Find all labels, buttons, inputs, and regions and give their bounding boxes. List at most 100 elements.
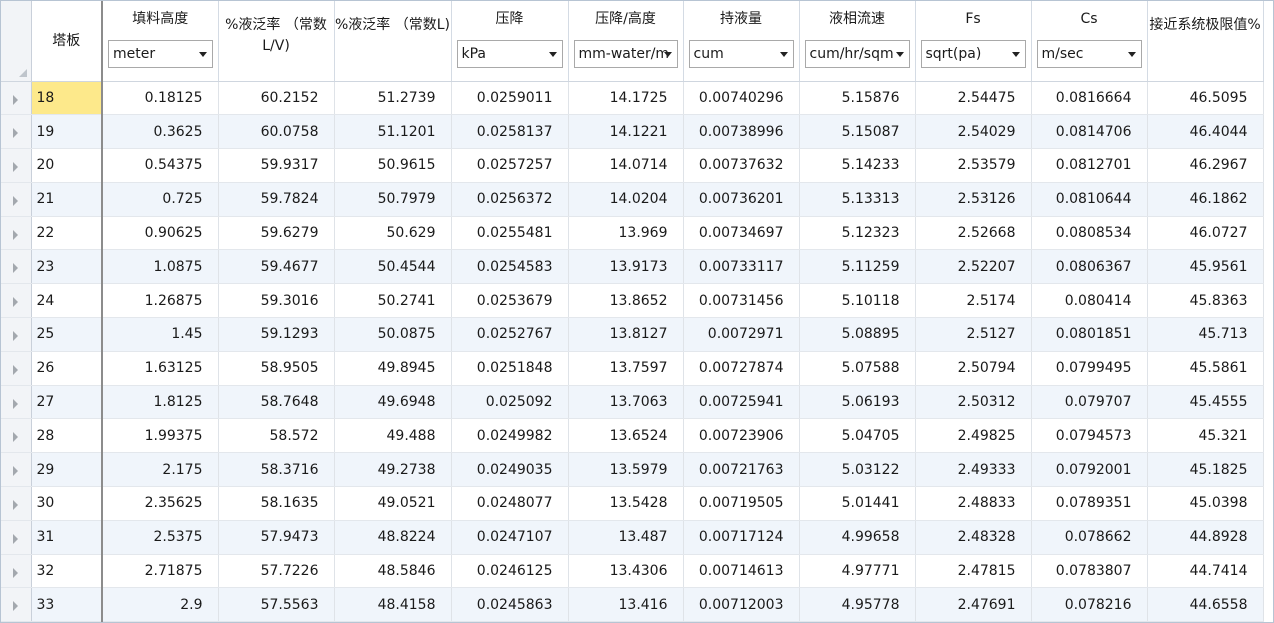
row-header[interactable] <box>1 81 32 116</box>
row-header[interactable] <box>1 452 32 488</box>
value-cell[interactable]: 13.416 <box>568 587 684 622</box>
value-cell[interactable]: 0.0814706 <box>1031 114 1148 150</box>
row-header[interactable] <box>1 182 32 217</box>
tray-cell[interactable]: 18 <box>31 81 103 116</box>
value-cell[interactable]: 0.00736201 <box>683 182 800 217</box>
value-cell[interactable]: 0.0794573 <box>1031 418 1148 454</box>
value-cell[interactable]: 0.00738996 <box>683 114 800 150</box>
value-cell[interactable]: 0.0789351 <box>1031 486 1148 521</box>
tray-cell[interactable]: 22 <box>31 216 103 251</box>
value-cell[interactable]: 49.6948 <box>334 385 452 420</box>
value-cell[interactable]: 2.54029 <box>915 114 1032 150</box>
value-cell[interactable]: 2.54475 <box>915 81 1032 116</box>
value-cell[interactable]: 46.4044 <box>1147 114 1264 150</box>
value-cell[interactable]: 2.52207 <box>915 249 1032 285</box>
tray-cell[interactable]: 30 <box>31 486 103 521</box>
value-cell[interactable]: 0.00714613 <box>683 554 800 589</box>
value-cell[interactable]: 58.1635 <box>218 486 335 521</box>
value-cell[interactable]: 5.14233 <box>799 148 916 183</box>
value-cell[interactable]: 0.0253679 <box>451 283 569 319</box>
value-cell[interactable]: 48.5846 <box>334 554 452 589</box>
value-cell[interactable]: 0.079707 <box>1031 385 1148 420</box>
value-cell[interactable]: 0.00719505 <box>683 486 800 521</box>
value-cell[interactable]: 0.00734697 <box>683 216 800 251</box>
value-cell[interactable]: 0.0792001 <box>1031 452 1148 488</box>
value-cell[interactable]: 4.97771 <box>799 554 916 589</box>
value-cell[interactable]: 60.0758 <box>218 114 335 150</box>
value-cell[interactable]: 14.0204 <box>568 182 684 217</box>
value-cell[interactable]: 13.9173 <box>568 249 684 285</box>
value-cell[interactable]: 46.5095 <box>1147 81 1264 116</box>
value-cell[interactable]: 48.4158 <box>334 587 452 622</box>
value-cell[interactable]: 0.0808534 <box>1031 216 1148 251</box>
row-header[interactable] <box>1 385 32 420</box>
value-cell[interactable]: 0.00737632 <box>683 148 800 183</box>
tray-cell[interactable]: 33 <box>31 587 103 622</box>
value-cell[interactable]: 13.487 <box>568 520 684 555</box>
column-header-9[interactable]: Cs m/sec <box>1031 1 1148 82</box>
value-cell[interactable]: 13.5979 <box>568 452 684 488</box>
value-cell[interactable]: 0.00731456 <box>683 283 800 319</box>
value-cell[interactable]: 1.0875 <box>102 249 219 285</box>
unit-dropdown[interactable]: meter <box>108 40 213 68</box>
value-cell[interactable]: 0.0072971 <box>683 317 800 352</box>
value-cell[interactable]: 2.48833 <box>915 486 1032 521</box>
value-cell[interactable]: 46.2967 <box>1147 148 1264 183</box>
value-cell[interactable]: 0.025092 <box>451 385 569 420</box>
value-cell[interactable]: 51.2739 <box>334 81 452 116</box>
column-header-5[interactable]: 压降/高度 mm-water/m <box>568 1 684 82</box>
value-cell[interactable]: 46.1862 <box>1147 182 1264 217</box>
value-cell[interactable]: 0.0801851 <box>1031 317 1148 352</box>
value-cell[interactable]: 4.95778 <box>799 587 916 622</box>
tray-cell[interactable]: 20 <box>31 148 103 183</box>
value-cell[interactable]: 0.0254583 <box>451 249 569 285</box>
value-cell[interactable]: 0.0246125 <box>451 554 569 589</box>
tray-cell[interactable]: 27 <box>31 385 103 420</box>
value-cell[interactable]: 58.9505 <box>218 351 335 386</box>
value-cell[interactable]: 59.3016 <box>218 283 335 319</box>
column-header-0[interactable]: 塔板 <box>31 1 103 82</box>
value-cell[interactable]: 49.8945 <box>334 351 452 386</box>
value-cell[interactable]: 0.0252767 <box>451 317 569 352</box>
value-cell[interactable]: 57.7226 <box>218 554 335 589</box>
column-header-4[interactable]: 压降 kPa <box>451 1 569 82</box>
value-cell[interactable]: 44.8928 <box>1147 520 1264 555</box>
value-cell[interactable]: 44.7414 <box>1147 554 1264 589</box>
unit-dropdown[interactable]: cum/hr/sqm <box>804 40 910 68</box>
row-header[interactable] <box>1 351 32 386</box>
value-cell[interactable]: 5.01441 <box>799 486 916 521</box>
value-cell[interactable]: 0.0256372 <box>451 182 569 217</box>
value-cell[interactable]: 0.00723906 <box>683 418 800 454</box>
value-cell[interactable]: 13.4306 <box>568 554 684 589</box>
column-header-10[interactable]: 接近系统极限值% <box>1147 1 1264 82</box>
value-cell[interactable]: 1.63125 <box>102 351 219 386</box>
value-cell[interactable]: 49.0521 <box>334 486 452 521</box>
tray-cell[interactable]: 19 <box>31 114 103 150</box>
column-header-2[interactable]: %液泛率 （常数L/V) <box>218 1 335 82</box>
value-cell[interactable]: 0.0783807 <box>1031 554 1148 589</box>
row-header[interactable] <box>1 520 32 555</box>
value-cell[interactable]: 57.5563 <box>218 587 335 622</box>
tray-cell[interactable]: 25 <box>31 317 103 352</box>
value-cell[interactable]: 0.54375 <box>102 148 219 183</box>
value-cell[interactable]: 13.8652 <box>568 283 684 319</box>
tray-cell[interactable]: 23 <box>31 249 103 285</box>
value-cell[interactable]: 48.8224 <box>334 520 452 555</box>
select-all-corner[interactable] <box>1 1 32 82</box>
value-cell[interactable]: 0.00712003 <box>683 587 800 622</box>
value-cell[interactable]: 2.50794 <box>915 351 1032 386</box>
row-header[interactable] <box>1 283 32 319</box>
column-header-1[interactable]: 填料高度 meter <box>102 1 219 82</box>
tray-cell[interactable]: 29 <box>31 452 103 488</box>
value-cell[interactable]: 0.725 <box>102 182 219 217</box>
value-cell[interactable]: 45.0398 <box>1147 486 1264 521</box>
value-cell[interactable]: 2.52668 <box>915 216 1032 251</box>
value-cell[interactable]: 45.5861 <box>1147 351 1264 386</box>
value-cell[interactable]: 58.572 <box>218 418 335 454</box>
value-cell[interactable]: 60.2152 <box>218 81 335 116</box>
value-cell[interactable]: 59.7824 <box>218 182 335 217</box>
value-cell[interactable]: 45.4555 <box>1147 385 1264 420</box>
value-cell[interactable]: 13.7063 <box>568 385 684 420</box>
value-cell[interactable]: 2.71875 <box>102 554 219 589</box>
value-cell[interactable]: 2.175 <box>102 452 219 488</box>
